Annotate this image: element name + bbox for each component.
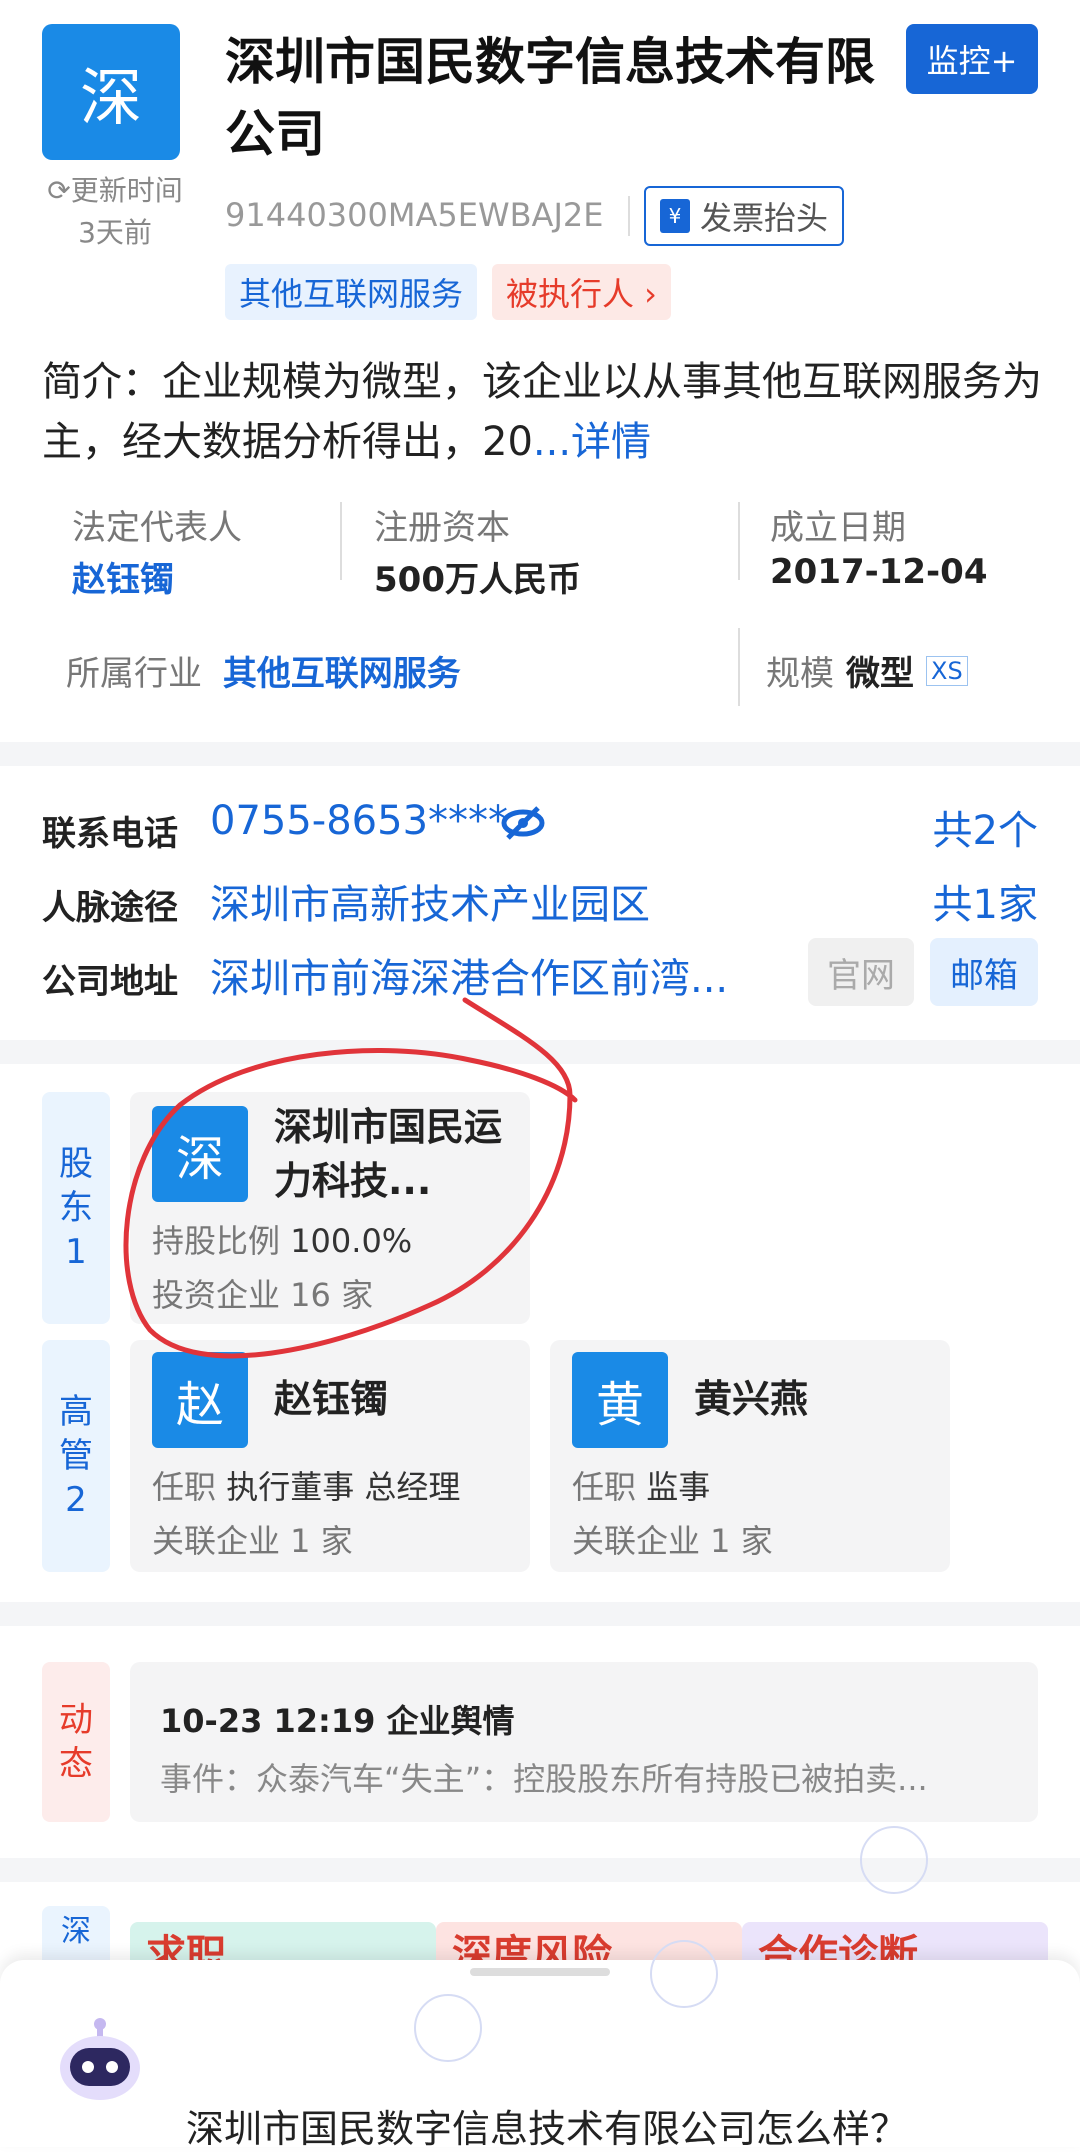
network-value[interactable]: 深圳市高新技术产业园区	[210, 872, 650, 930]
industry-label: 所属行业	[66, 654, 202, 694]
shareholder-card[interactable]: 深 深圳市国民运力科技... 持股比例 100.0% 投资企业 16 家	[130, 1092, 530, 1324]
update-time-value: 3天前	[78, 216, 152, 249]
scale-row: 规模 微型 XS	[766, 646, 968, 695]
capital-label: 注册资本	[374, 508, 510, 548]
network-label: 人脉途径	[42, 888, 178, 928]
eye-off-icon[interactable]	[500, 800, 546, 846]
related-companies: 关联企业 1 家	[152, 1522, 353, 1560]
credit-code: 91440300MA5EWBAJ2E	[225, 196, 604, 234]
touch-indicator	[414, 1994, 482, 2062]
divider	[340, 502, 342, 580]
email-button[interactable]: 邮箱	[930, 938, 1038, 1006]
executive-card[interactable]: 赵 赵钰镯 任职 执行董事 总经理 关联企业 1 家	[130, 1340, 530, 1572]
scale-badge: XS	[926, 655, 968, 686]
executive-position: 任职 监事	[572, 1462, 710, 1508]
address-value[interactable]: 深圳市前海深港合作区前湾...	[210, 946, 728, 1004]
scale-label: 规模	[766, 654, 834, 694]
refresh-icon: ⟳	[47, 174, 71, 207]
network-count[interactable]: 共1家	[933, 872, 1038, 930]
position-value: 监事	[646, 1468, 711, 1506]
avatar: 深	[152, 1106, 248, 1202]
section-separator	[0, 742, 1080, 766]
scale-value: 微型	[846, 654, 914, 694]
tab-shareholders[interactable]: 股 东 1	[42, 1092, 110, 1324]
update-label: 更新时间	[70, 174, 183, 207]
legal-rep-value[interactable]: 赵钰镯	[72, 552, 174, 601]
invoice-label: 发票抬头	[700, 199, 829, 237]
avatar: 黄	[572, 1352, 668, 1448]
tab-executives[interactable]: 高 管 2	[42, 1340, 110, 1572]
divider	[628, 196, 630, 236]
news-event: 事件：众泰汽车“失主”：控股股东所有持股已被拍卖...	[160, 1760, 928, 1798]
divider	[738, 502, 740, 580]
phone-label: 联系电话	[42, 814, 178, 854]
news-card[interactable]: 10-23 12:19 企业舆情 事件：众泰汽车“失主”：控股股东所有持股已被拍…	[130, 1662, 1038, 1822]
intro-more-link[interactable]: ...详情	[533, 419, 651, 465]
company-logo: 深	[42, 24, 180, 160]
tab-more[interactable]: 深	[42, 1906, 110, 1966]
section-separator	[0, 1040, 1080, 1064]
share-ratio: 持股比例 100.0%	[152, 1216, 412, 1262]
position-label: 任职	[572, 1468, 637, 1506]
invoice-button[interactable]: ¥ 发票抬头	[644, 186, 845, 246]
shareholder-name: 深圳市国民运力科技...	[274, 1105, 503, 1203]
founded-label: 成立日期	[770, 508, 906, 548]
industry-value[interactable]: 其他互联网服务	[223, 654, 461, 694]
monitor-button[interactable]: 监控+	[906, 24, 1038, 94]
share-ratio-value: 100.0%	[290, 1222, 413, 1260]
section-separator	[0, 1602, 1080, 1626]
executive-position: 任职 执行董事 总经理	[152, 1462, 460, 1508]
executive-name: 黄兴燕	[694, 1377, 809, 1421]
phone-count[interactable]: 共2个	[933, 798, 1038, 856]
touch-indicator	[650, 1940, 718, 2008]
divider	[738, 628, 740, 706]
avatar: 赵	[152, 1352, 248, 1448]
assistant-question[interactable]: 深圳市国民数字信息技术有限公司怎么样？	[186, 2098, 908, 2153]
share-ratio-label: 持股比例	[152, 1222, 281, 1260]
intro: 简介：企业规模为微型，该企业以从事其他互联网服务为主，经大数据分析得出，20..…	[42, 352, 1042, 472]
related-companies: 关联企业 1 家	[572, 1522, 773, 1560]
robot-icon[interactable]	[52, 2010, 148, 2106]
news-headline: 10-23 12:19 企业舆情	[160, 1702, 515, 1740]
assistant-sheet: 深圳市国民数字信息技术有限公司怎么样？	[0, 1960, 1080, 2151]
capital-value: 500万人民币	[374, 560, 581, 600]
invoice-icon: ¥	[660, 199, 690, 233]
red-circle-annotation	[123, 997, 578, 1359]
executive-name: 赵钰镯	[274, 1377, 389, 1421]
executed-person-tag[interactable]: 被执行人 ›	[492, 264, 671, 320]
phone-value[interactable]: 0755-8653****	[210, 798, 508, 844]
invested-companies: 投资企业 16 家	[152, 1276, 374, 1314]
industry-row: 所属行业 其他互联网服务	[66, 646, 461, 695]
position-value: 执行董事 总经理	[226, 1468, 461, 1506]
legal-rep-label: 法定代表人	[72, 508, 242, 548]
drag-handle[interactable]	[470, 1968, 610, 1976]
address-label: 公司地址	[42, 962, 178, 1002]
company-name: 深圳市国民数字信息技术有限公司	[225, 33, 875, 163]
executive-card[interactable]: 黄 黄兴燕 任职 监事 关联企业 1 家	[550, 1340, 950, 1572]
touch-indicator	[860, 1826, 928, 1894]
website-button[interactable]: 官网	[808, 938, 914, 1006]
position-label: 任职	[152, 1468, 217, 1506]
industry-tag[interactable]: 其他互联网服务	[225, 264, 478, 320]
founded-value: 2017-12-04	[770, 552, 988, 592]
tab-news[interactable]: 动 态	[42, 1662, 110, 1822]
update-time: ⟳更新时间 3天前	[30, 170, 200, 254]
